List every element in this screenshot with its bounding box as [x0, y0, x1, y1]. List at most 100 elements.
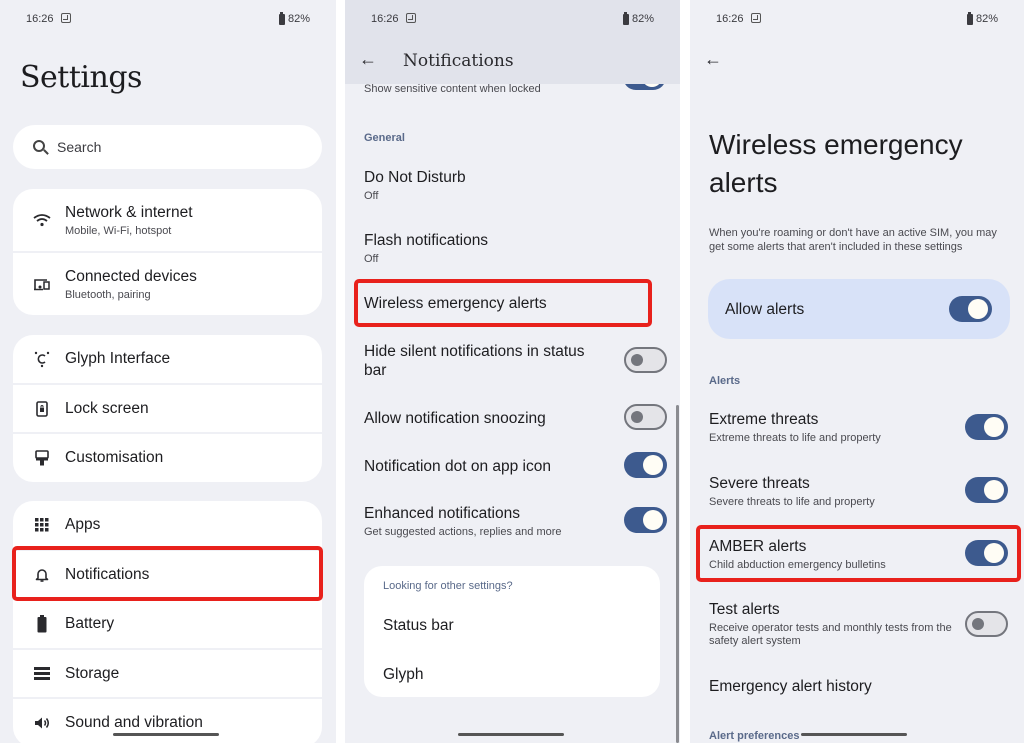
wifi-icon — [33, 211, 51, 229]
row-do-not-disturb[interactable]: Do Not Disturb Off — [364, 168, 466, 202]
notifications-screen: Show sensitive content when locked 16:26… — [345, 0, 680, 743]
row-allow-snoozing[interactable]: Allow notification snoozing — [364, 409, 546, 428]
row-title: Flash notifications — [364, 232, 489, 249]
search-icon — [33, 139, 45, 152]
row-title: Wireless emergency alerts — [364, 295, 547, 312]
settings-item-apps[interactable]: Apps — [13, 501, 322, 549]
settings-item-network[interactable]: Network & internet Mobile, Wi-Fi, hotspo… — [13, 189, 322, 251]
settings-item-sound[interactable]: Sound and vibration — [13, 699, 322, 743]
bell-icon — [33, 566, 51, 584]
row-hide-silent-notifications[interactable]: Hide silent notifications in status bar — [364, 342, 609, 380]
settings-item-battery[interactable]: Battery — [13, 600, 322, 648]
app-bar: 16:26 82% ← Notifications — [345, 0, 680, 84]
glyph-icon — [33, 350, 51, 368]
item-title: Storage — [65, 664, 120, 682]
partial-row-sensitive-content[interactable]: Show sensitive content when locked — [364, 83, 541, 95]
storage-icon — [33, 665, 51, 683]
toggle-allow-alerts[interactable] — [949, 296, 992, 322]
settings-group-connectivity: Network & internet Mobile, Wi-Fi, hotspo… — [13, 189, 322, 315]
back-arrow-icon[interactable]: ← — [359, 49, 377, 70]
page-title: Wireless emergency alerts — [709, 129, 963, 198]
screenshot-icon — [406, 13, 416, 23]
item-title: Sound and vibration — [65, 714, 203, 731]
settings-item-glyph-interface[interactable]: Glyph Interface — [13, 335, 322, 383]
row-subtitle: Show sensitive content when locked — [364, 83, 541, 95]
battery-percent: 82% — [631, 13, 654, 25]
settings-screen: 16:26 82% Settings Search Network & inte… — [0, 0, 336, 743]
item-title: Glyph Interface — [65, 350, 171, 367]
row-title: Do Not Disturb — [364, 169, 466, 186]
toggle-hide-silent-notifications[interactable] — [624, 347, 667, 373]
row-amber-alerts[interactable]: AMBER alerts Child abduction emergency b… — [709, 537, 886, 571]
search-bar[interactable]: Search — [13, 125, 322, 169]
settings-group-device: Glyph Interface Lock screen Customisatio… — [13, 335, 322, 482]
link-status-bar[interactable]: Status bar — [383, 617, 454, 635]
item-title: Connected devices — [65, 267, 197, 285]
row-title: Test alerts — [709, 601, 780, 618]
item-title: Apps — [65, 516, 101, 533]
allow-alerts-card[interactable]: Allow alerts — [708, 279, 1010, 339]
toggle-test-alerts[interactable] — [965, 611, 1008, 637]
item-title: Battery — [65, 615, 115, 632]
toggle-severe-threats[interactable] — [965, 477, 1008, 503]
item-title: Notifications — [65, 565, 150, 583]
toggle-enhanced-notifications[interactable] — [624, 507, 667, 533]
battery-icon — [33, 615, 51, 633]
toggle-notification-dot[interactable] — [624, 452, 667, 478]
apps-grid-icon — [33, 516, 51, 534]
item-title: Lock screen — [65, 399, 149, 417]
row-wireless-emergency-alerts[interactable]: Wireless emergency alerts — [364, 294, 547, 313]
row-flash-notifications[interactable]: Flash notifications Off — [364, 231, 488, 265]
settings-item-lock-screen[interactable]: Lock screen — [13, 385, 322, 432]
row-title: Notification dot on app icon — [364, 458, 551, 475]
scrollbar[interactable] — [676, 405, 679, 743]
row-test-alerts[interactable]: Test alerts Receive operator tests and m… — [709, 600, 959, 648]
gesture-nav-handle — [801, 733, 907, 736]
row-subtitle: Get suggested actions, replies and more — [364, 526, 562, 538]
row-subtitle: Off — [364, 253, 379, 265]
link-glyph[interactable]: Glyph — [383, 666, 424, 684]
lock-screen-icon — [33, 400, 51, 418]
page-description: When you're roaming or don't have an act… — [709, 227, 997, 253]
brush-icon — [33, 449, 51, 467]
back-arrow-icon[interactable]: ← — [704, 49, 722, 70]
row-extreme-threats[interactable]: Extreme threats Extreme threats to life … — [709, 410, 881, 444]
battery-percent: 82% — [975, 13, 998, 25]
connected-devices-icon — [33, 275, 51, 293]
battery-status: 82% — [622, 11, 654, 25]
item-subtitle: Bluetooth, pairing — [65, 288, 151, 301]
settings-item-connected-devices[interactable]: Connected devices Bluetooth, pairing — [13, 253, 322, 315]
row-enhanced-notifications[interactable]: Enhanced notifications Get suggested act… — [364, 504, 562, 538]
row-title: Enhanced notifications — [364, 505, 520, 522]
section-header-alert-preferences: Alert preferences — [709, 730, 800, 742]
search-placeholder: Search — [57, 139, 102, 155]
gesture-nav-handle — [113, 733, 219, 736]
row-notification-dot[interactable]: Notification dot on app icon — [364, 457, 551, 476]
row-subtitle: Severe threats to life and property — [709, 496, 875, 508]
row-title: AMBER alerts — [709, 538, 807, 555]
row-subtitle: Child abduction emergency bulletins — [709, 559, 886, 571]
item-subtitle: Mobile, Wi-Fi, hotspot — [65, 224, 172, 237]
toggle-extreme-threats[interactable] — [965, 414, 1008, 440]
settings-item-notifications[interactable]: Notifications — [13, 551, 322, 598]
toggle-amber-alerts[interactable] — [965, 540, 1008, 566]
screenshot-icon — [751, 13, 761, 23]
other-settings-label: Looking for other settings? — [383, 580, 513, 592]
status-bar: 16:26 82% — [690, 0, 1024, 40]
row-subtitle: Off — [364, 190, 379, 202]
battery-percent: 82% — [287, 13, 310, 25]
status-time: 16:26 — [716, 13, 744, 25]
row-severe-threats[interactable]: Severe threats Severe threats to life an… — [709, 474, 875, 508]
status-bar: 16:26 82% — [0, 0, 336, 40]
row-emergency-alert-history[interactable]: Emergency alert history — [709, 677, 872, 696]
screenshot-icon — [61, 13, 71, 23]
status-time: 16:26 — [371, 13, 399, 25]
settings-item-customisation[interactable]: Customisation — [13, 434, 322, 482]
row-subtitle: Extreme threats to life and property — [709, 432, 881, 444]
toggle-allow-snoozing[interactable] — [624, 404, 667, 430]
row-title: Emergency alert history — [709, 678, 872, 695]
gesture-nav-handle — [458, 733, 564, 736]
settings-item-storage[interactable]: Storage — [13, 650, 322, 697]
section-header-alerts: Alerts — [709, 375, 741, 387]
row-title: Extreme threats — [709, 411, 819, 428]
